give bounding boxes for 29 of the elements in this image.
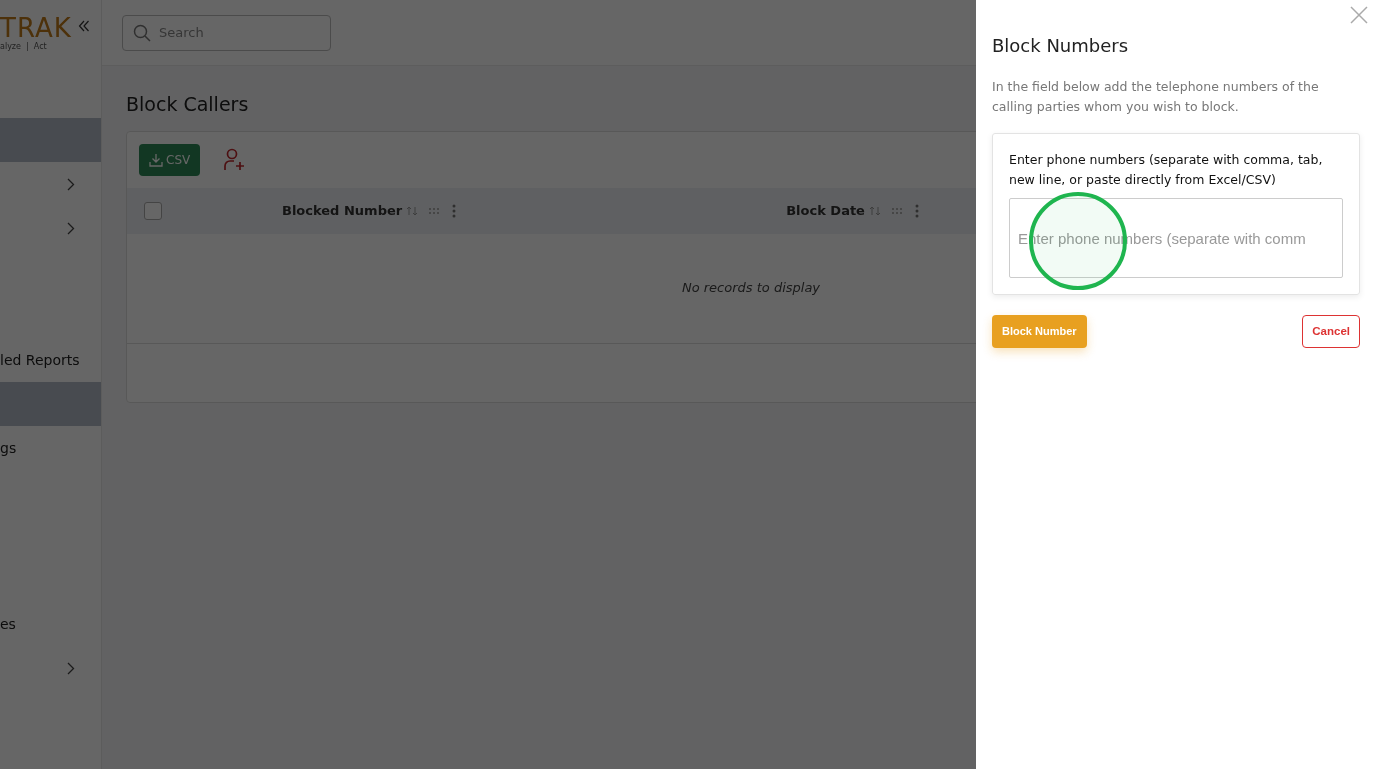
cancel-button[interactable]: Cancel bbox=[1302, 315, 1360, 349]
drag-handle-icon[interactable] bbox=[428, 206, 441, 215]
sidebar-label: gs bbox=[0, 438, 17, 458]
select-all-checkbox[interactable] bbox=[144, 201, 162, 220]
logo-text: TRAK bbox=[0, 15, 72, 41]
collapse-icon[interactable] bbox=[77, 20, 90, 32]
drawer-description: In the field below add the telephone numbers of the calling parties whom you wish to block. bbox=[992, 78, 1320, 116]
page-title: Block Callers bbox=[126, 92, 249, 117]
logo-tagline: alyze | Act bbox=[0, 41, 48, 53]
search-icon bbox=[133, 23, 151, 42]
more-options-icon[interactable] bbox=[914, 203, 919, 218]
sort-icon[interactable] bbox=[868, 204, 881, 217]
sort-icon[interactable] bbox=[406, 204, 419, 217]
close-icon[interactable] bbox=[1348, 4, 1370, 26]
csv-download-button[interactable]: CSV bbox=[139, 143, 201, 176]
drawer-title: Block Numbers bbox=[992, 34, 1130, 58]
column-header[interactable]: Block Date bbox=[786, 200, 865, 221]
more-options-icon[interactable] bbox=[452, 203, 457, 218]
field-label: Enter phone numbers (separate with comma, tab, new line, or paste directly from Excel/CSV) bbox=[1009, 151, 1324, 189]
sidebar-label: led Reports bbox=[0, 350, 80, 370]
sidebar-item[interactable] bbox=[0, 382, 101, 426]
sidebar-item[interactable] bbox=[0, 118, 101, 162]
download-icon bbox=[149, 152, 163, 167]
sidebar-label: es bbox=[0, 614, 16, 634]
add-user-icon[interactable] bbox=[224, 147, 247, 172]
column-header[interactable]: Blocked Number bbox=[282, 200, 403, 221]
empty-message: No records to display bbox=[681, 279, 821, 298]
block-number-button[interactable]: Block Number bbox=[992, 315, 1087, 349]
drag-handle-icon[interactable] bbox=[890, 206, 903, 215]
